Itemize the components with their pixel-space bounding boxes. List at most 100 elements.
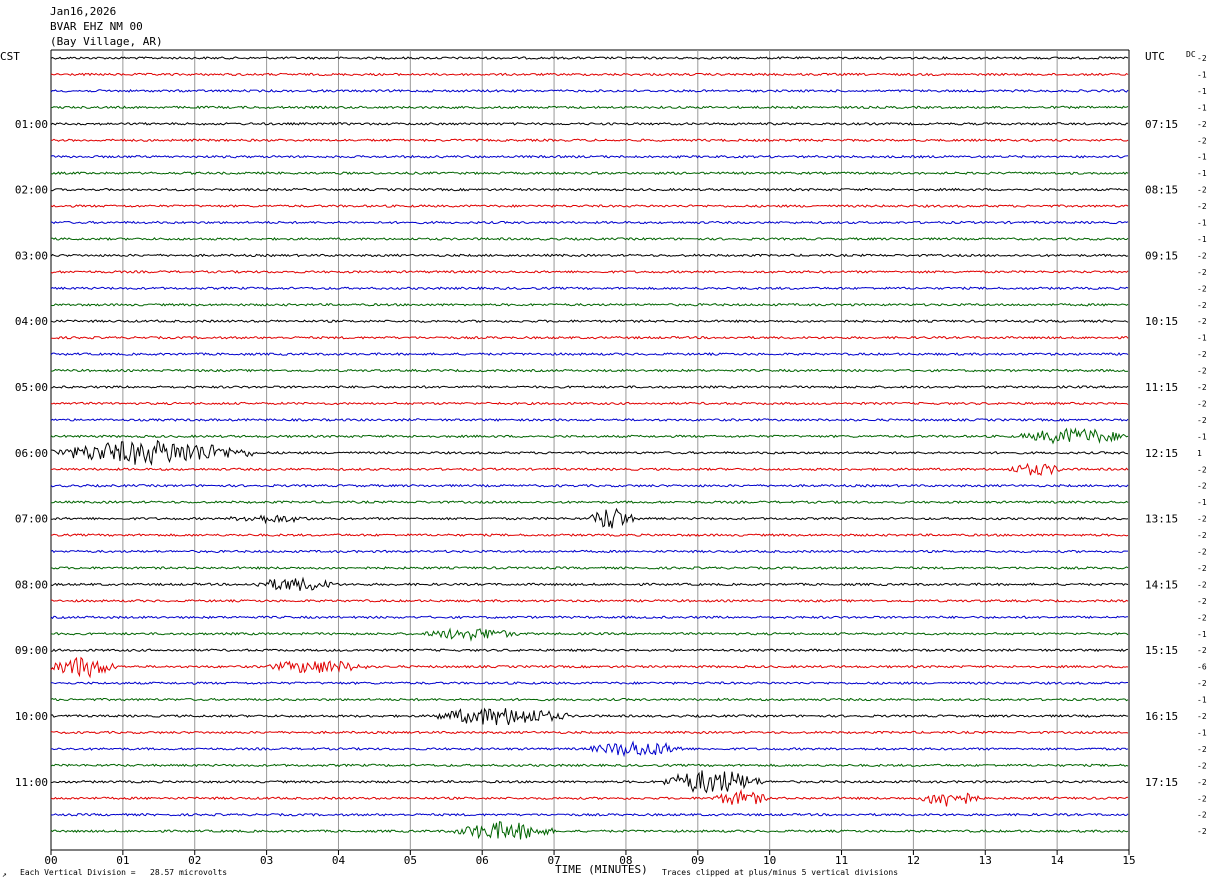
left-hour-label: 05:00 (15, 381, 48, 394)
left-hour-label: 01:00 (15, 118, 48, 131)
trace-row-31 (50, 566, 1129, 570)
dc-offset-label: -2 (1197, 679, 1207, 688)
trace-row-11 (50, 237, 1129, 241)
trace-row-17 (51, 335, 1129, 340)
trace-row-5 (51, 138, 1129, 143)
right-hour-label: 08:15 (1145, 184, 1178, 197)
trace-row-39 (50, 697, 1129, 702)
left-hour-label: 04:00 (15, 315, 48, 328)
trace-row-13 (50, 269, 1129, 274)
trace-row-24 (50, 439, 1129, 467)
x-tick-label: 01 (116, 854, 129, 867)
x-tick-label: 09 (691, 854, 704, 867)
dc-offset-label: -1 (1197, 498, 1207, 507)
trace-row-4 (50, 121, 1128, 126)
x-tick-label: 14 (1051, 854, 1065, 867)
trace-row-25 (51, 462, 1129, 477)
trace-row-8 (50, 187, 1129, 192)
trace-row-41 (50, 730, 1129, 735)
dc-offset-label: -1 (1197, 87, 1207, 96)
trace-row-26 (50, 483, 1129, 488)
trace-layer (50, 56, 1129, 840)
dc-offset-label: -2 (1197, 564, 1207, 573)
dc-offset-label: -1 (1197, 696, 1207, 705)
dc-offset-label: -1 (1197, 235, 1207, 244)
trace-row-32 (50, 576, 1129, 591)
left-hour-label: 09:00 (15, 644, 48, 657)
trace-row-40 (50, 707, 1129, 726)
dc-offset-label: -2 (1197, 761, 1207, 770)
dc-offset-label: -2 (1197, 745, 1207, 754)
dc-offset-label: -1 (1197, 630, 1207, 639)
trace-row-7 (50, 171, 1129, 176)
x-tick-label: 03 (260, 854, 273, 867)
x-tick-label: 04 (332, 854, 346, 867)
trace-row-0 (50, 56, 1129, 60)
dc-offset-label: -1 (1197, 70, 1207, 79)
dc-offset-label: 1 (1197, 449, 1202, 458)
left-hour-label: 11:00 (15, 776, 48, 789)
x-tick-label: 10 (763, 854, 776, 867)
dc-offset-label: -2 (1197, 482, 1207, 491)
trace-row-6 (50, 154, 1129, 159)
left-hour-label: 08:00 (15, 578, 48, 591)
dc-offset-label: -1 (1197, 103, 1207, 112)
trace-row-19 (51, 368, 1129, 373)
trace-row-9 (50, 204, 1129, 208)
dc-offset-label: -2 (1197, 268, 1207, 277)
x-tick-label: 12 (907, 854, 920, 867)
trace-row-20 (50, 385, 1129, 389)
dc-offset-label: -2 (1197, 515, 1207, 524)
trace-row-33 (50, 598, 1129, 603)
dc-offset-label: -2 (1197, 597, 1207, 606)
trace-row-28 (51, 507, 1129, 529)
right-hour-label: 11:15 (1145, 381, 1178, 394)
dc-offset-label: -2 (1197, 827, 1207, 836)
trace-row-2 (50, 88, 1129, 93)
dc-offset-label: -2 (1197, 284, 1207, 293)
dc-offset-label: -2 (1197, 548, 1207, 557)
dc-offset-label: -2 (1197, 646, 1207, 655)
x-tick-label: 13 (979, 854, 992, 867)
trace-row-22 (50, 418, 1129, 422)
trace-row-35 (50, 627, 1129, 642)
right-hour-label: 14:15 (1145, 578, 1178, 591)
dc-offset-label: -1 (1197, 153, 1207, 162)
trace-row-36 (50, 648, 1129, 653)
left-hour-label: 06:00 (15, 447, 48, 460)
dc-offset-label: -2 (1197, 580, 1207, 589)
trace-row-15 (50, 302, 1129, 307)
right-hour-label: 09:15 (1145, 249, 1178, 262)
right-hour-label: 16:15 (1145, 710, 1178, 723)
dc-offset-label: -2 (1197, 202, 1207, 211)
dc-offset-label: -2 (1197, 794, 1207, 803)
dc-offset-label: -2 (1197, 317, 1207, 326)
left-hour-label: 07:00 (15, 513, 48, 526)
dc-offset-label: -2 (1197, 383, 1207, 392)
x-tick-label: 06 (476, 854, 489, 867)
x-tick-label: 02 (188, 854, 201, 867)
left-hour-label: 03:00 (15, 249, 48, 262)
dc-offset-label: -2 (1197, 399, 1207, 408)
dc-offset-label: -2 (1197, 613, 1207, 622)
x-tick-label: 05 (404, 854, 417, 867)
clip-note: Traces clipped at plus/minus 5 vertical … (662, 868, 899, 877)
left-hour-label: 10:00 (15, 710, 48, 723)
dc-offset-label: -2 (1197, 120, 1207, 129)
trace-row-3 (50, 105, 1129, 110)
trace-row-12 (50, 253, 1129, 258)
trace-row-47 (50, 821, 1129, 840)
trace-row-27 (50, 500, 1129, 505)
trace-row-44 (50, 770, 1129, 794)
dc-offset-label: -1 (1197, 334, 1207, 343)
dc-offset-label: -2 (1197, 465, 1207, 474)
label-layer: 00 01 02 03 04 05 06 07 08 09 10 11 12 13 14 1501:00 07:… (15, 54, 1207, 867)
dc-offset-label: -1 (1197, 728, 1207, 737)
trace-row-42 (50, 740, 1129, 758)
trace-row-29 (50, 533, 1129, 537)
x-tick-label: 11 (835, 854, 848, 867)
dc-offset-label: -2 (1197, 778, 1207, 787)
right-hour-label: 13:15 (1145, 513, 1178, 526)
trace-row-30 (50, 549, 1128, 554)
dc-offset-label: -2 (1197, 350, 1207, 359)
